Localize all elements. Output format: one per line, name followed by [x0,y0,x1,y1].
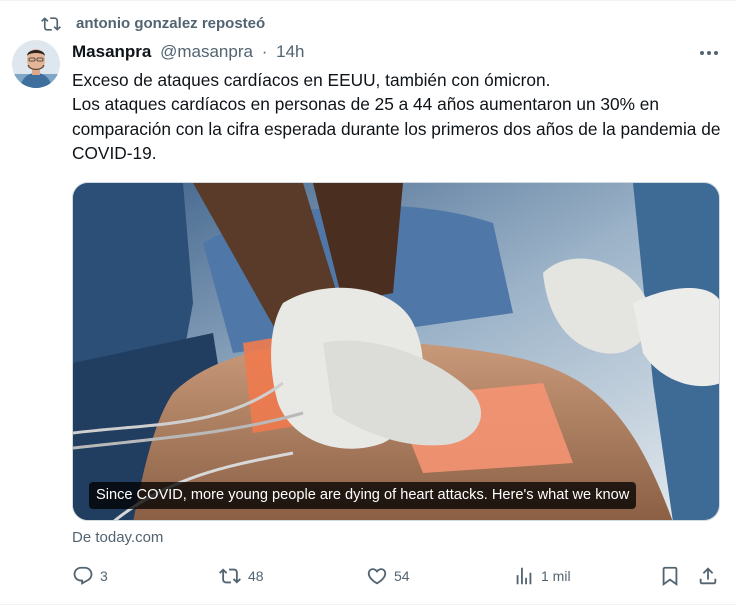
like-button[interactable]: 54 [366,562,410,590]
reply-count: 3 [100,568,108,584]
media-image [73,183,719,520]
avatar[interactable] [12,40,60,88]
like-icon [367,568,387,585]
share-button[interactable] [697,562,719,590]
reply-icon [73,566,93,585]
action-bar: 3 48 54 1 mil [72,562,722,590]
views-count: 1 mil [541,568,571,584]
repost-context: antonio gonzalez reposteó [0,13,736,35]
time-separator: · [261,42,268,61]
tweet-time[interactable]: 14h [276,42,304,61]
avatar-image [12,40,60,88]
repost-icon [219,568,241,584]
media-card[interactable]: Since COVID, more young people are dying… [72,182,720,521]
link-source[interactable]: De today.com [72,529,163,546]
reply-button[interactable]: 3 [72,562,108,590]
author-handle[interactable]: @masanpra [160,42,253,61]
views-button[interactable]: 1 mil [513,562,571,590]
tweet-header: Masanpra @masanpra · 14h [72,41,304,63]
repost-button[interactable]: 48 [218,562,264,590]
bottom-divider [0,604,736,605]
top-divider [0,0,736,1]
share-icon [699,567,717,585]
more-icon [700,51,704,55]
bookmark-button[interactable] [659,562,681,590]
repost-icon [41,17,61,31]
tweet-text: Exceso de ataques cardíacos en EEUU, tam… [72,70,721,163]
views-icon [516,567,532,585]
repost-count: 48 [248,568,264,584]
author-name[interactable]: Masanpra [72,42,151,61]
like-count: 54 [394,568,410,584]
media-caption: Since COVID, more young people are dying… [89,482,637,509]
more-button[interactable] [695,42,723,64]
bookmark-icon [662,566,678,587]
repost-label[interactable]: antonio gonzalez reposteó [76,15,265,32]
